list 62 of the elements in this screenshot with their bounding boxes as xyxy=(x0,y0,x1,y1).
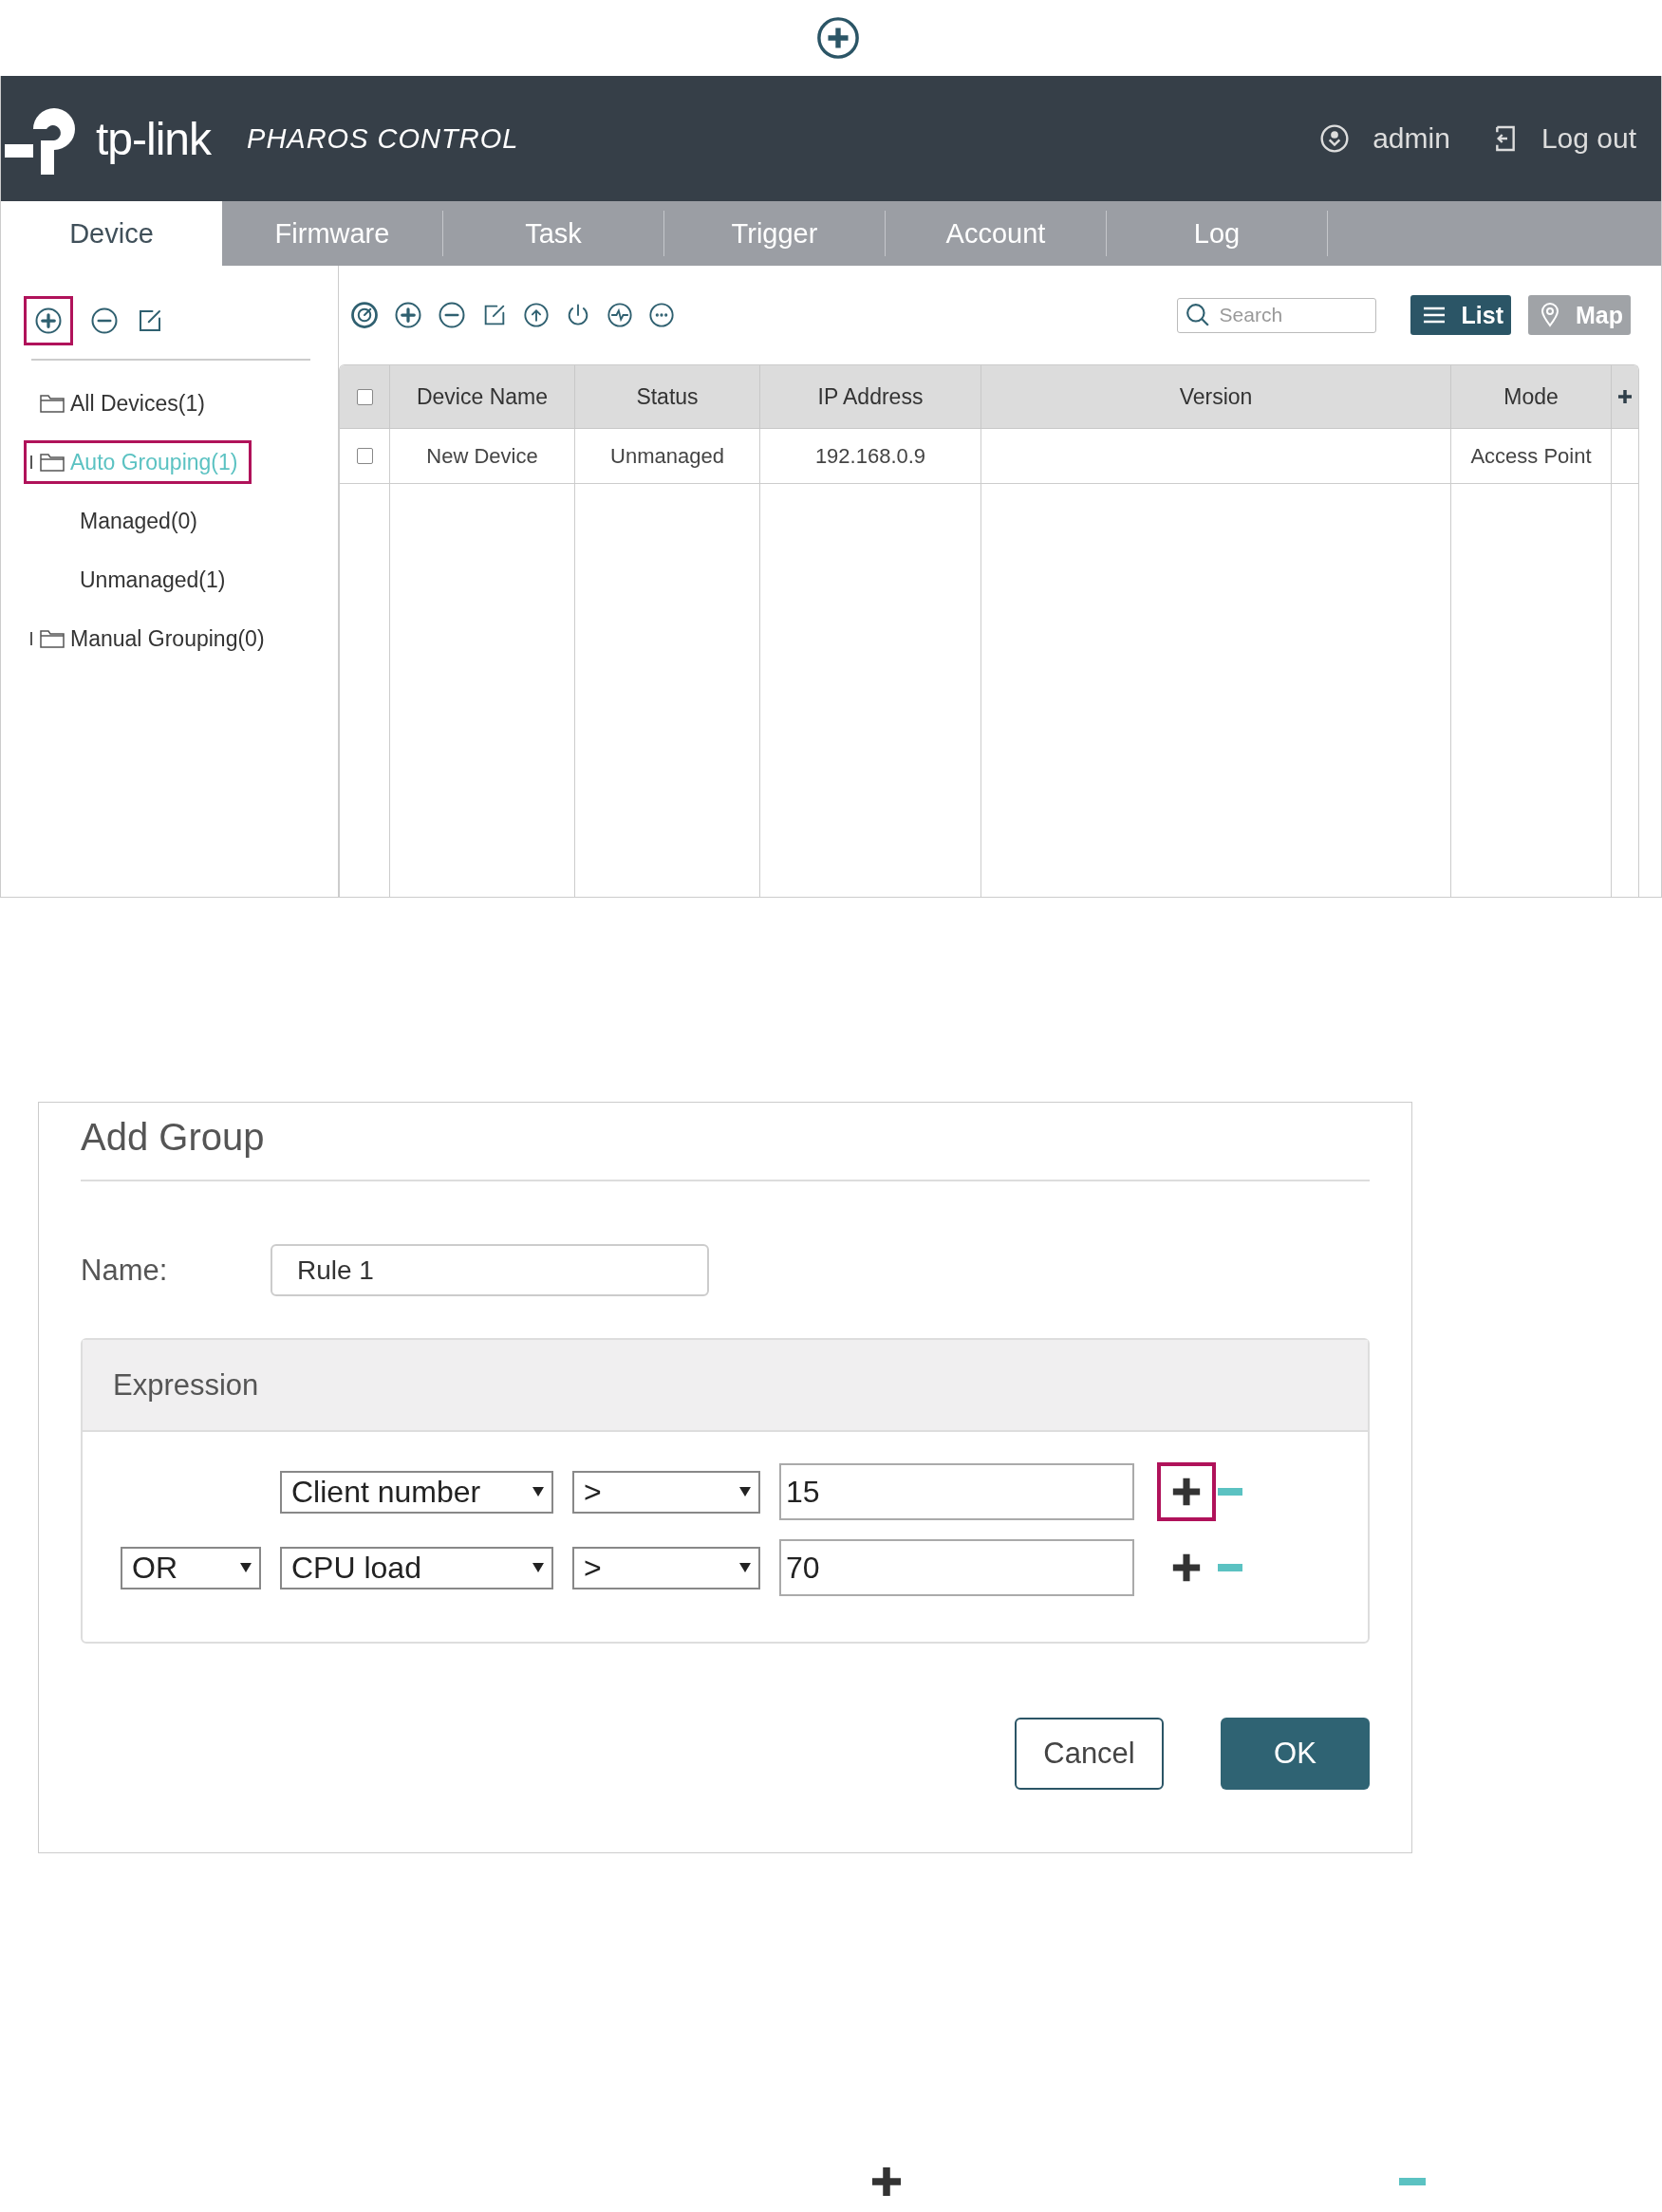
user-name[interactable]: admin xyxy=(1373,122,1450,155)
plus-icon xyxy=(1170,1476,1203,1508)
column-header: Version xyxy=(1179,383,1253,410)
more-icon[interactable] xyxy=(648,302,675,328)
search-icon xyxy=(1185,303,1210,327)
add-column-icon[interactable] xyxy=(1617,389,1633,404)
column-header: IP Address xyxy=(817,383,924,410)
tree-item[interactable]: Managed(0) xyxy=(73,499,213,543)
checkbox[interactable] xyxy=(356,388,373,405)
gauge-icon[interactable] xyxy=(350,301,379,329)
value-field[interactable]: 70 xyxy=(779,1539,1134,1596)
user-icon[interactable] xyxy=(1319,123,1351,154)
column-header: Device Name xyxy=(416,383,548,410)
checkbox[interactable] xyxy=(356,448,373,464)
caret-icon xyxy=(739,1487,751,1496)
upgrade-icon[interactable] xyxy=(523,302,550,328)
dialog-button[interactable]: OK xyxy=(1221,1718,1370,1790)
name-label: Name: xyxy=(81,1253,169,1288)
folder-icon xyxy=(40,453,65,472)
product-name: PHAROS CONTROL xyxy=(247,122,519,155)
value-field[interactable]: 15 xyxy=(779,1463,1134,1520)
panel-title: Expression xyxy=(113,1367,259,1403)
add-group-button[interactable] xyxy=(24,296,73,345)
logout-link[interactable]: Log out xyxy=(1541,122,1636,155)
remove-icon[interactable] xyxy=(438,301,466,329)
dialog-title: Add Group xyxy=(81,1116,1370,1181)
table-cell: Access Point xyxy=(1451,429,1612,484)
dropdown[interactable]: > xyxy=(572,1546,760,1589)
table-cell: Unmanaged xyxy=(575,429,760,484)
add-icon xyxy=(34,307,63,335)
map-pin-icon xyxy=(1540,303,1560,327)
logo-text: tp-link xyxy=(96,112,212,165)
plus-icon xyxy=(869,2165,904,2199)
tree-item[interactable]: Manual Grouping(0) xyxy=(24,617,279,660)
tree-item[interactable]: Unmanaged(1) xyxy=(73,558,240,602)
pulse-icon[interactable] xyxy=(607,302,633,328)
dialog-button[interactable]: Cancel xyxy=(1015,1718,1164,1790)
tab[interactable]: Device xyxy=(1,201,222,266)
name-field[interactable]: Rule 1 xyxy=(271,1244,709,1296)
dropdown[interactable]: Client number xyxy=(280,1470,553,1514)
add-icon xyxy=(815,16,860,60)
column-header: Status xyxy=(636,383,699,410)
table-cell: 192.168.0.9 xyxy=(760,429,981,484)
caret-icon xyxy=(240,1563,252,1572)
dropdown[interactable]: CPU load xyxy=(280,1546,553,1589)
caret-icon xyxy=(532,1563,544,1572)
table-cell: New Device xyxy=(390,429,575,484)
column-header: Mode xyxy=(1503,383,1559,410)
folder-icon xyxy=(40,629,65,648)
add-rule-button[interactable] xyxy=(1157,1462,1216,1521)
add-icon[interactable] xyxy=(394,301,422,329)
view-button[interactable]: List xyxy=(1410,295,1511,335)
remove-icon[interactable] xyxy=(90,307,119,335)
minus-icon xyxy=(1399,2176,1426,2187)
list-icon xyxy=(1421,305,1447,325)
plus-icon xyxy=(1170,1552,1203,1584)
caret-icon xyxy=(739,1563,751,1572)
caret-icon xyxy=(532,1487,544,1496)
tree-item[interactable]: All Devices(1) xyxy=(24,381,219,425)
dropdown[interactable]: > xyxy=(572,1470,760,1514)
dropdown[interactable]: OR xyxy=(121,1546,261,1589)
folder-icon xyxy=(40,394,65,413)
